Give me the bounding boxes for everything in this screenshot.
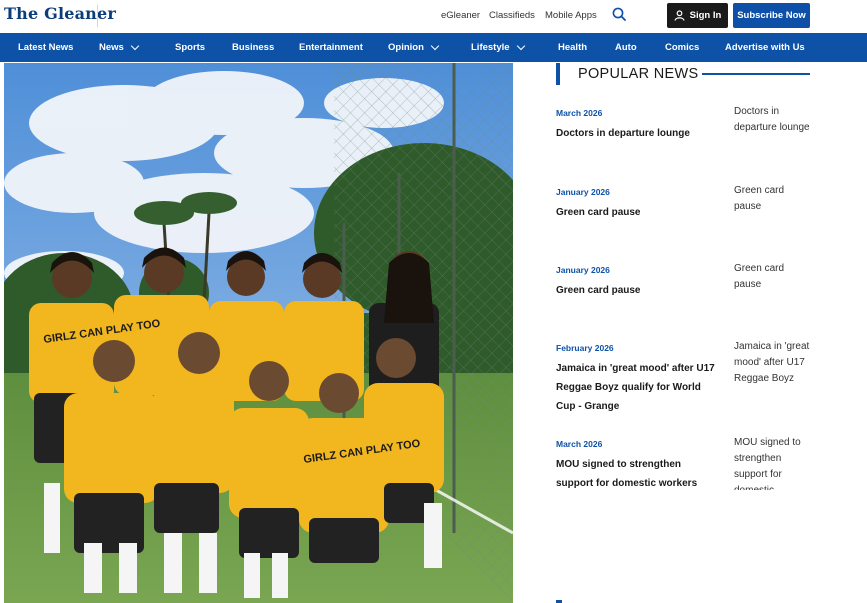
nav-advertise[interactable]: Advertise with Us	[725, 33, 805, 62]
logo-divider	[97, 5, 98, 27]
sign-in-label: Sign In	[689, 10, 722, 21]
mobile-apps-link[interactable]: Mobile Apps	[545, 10, 597, 21]
user-icon	[674, 10, 685, 21]
news-date: March 2026	[556, 439, 603, 449]
heading-rule	[702, 73, 810, 75]
news-thumbnail[interactable]: Jamaica in 'great mood' after U17 Reggae…	[734, 339, 810, 394]
sign-in-button[interactable]: Sign In	[667, 3, 728, 28]
egleaner-link[interactable]: eGleaner	[441, 10, 480, 21]
section-accent-bar	[556, 63, 560, 85]
site-logo[interactable]: The Gleaner	[4, 4, 116, 23]
team-photo-image: GIRLZ CAN PLAY TOO GIRLZ CAN PLAY TOO	[4, 63, 513, 603]
popular-news-heading: POPULAR NEWS	[578, 66, 699, 82]
nav-latest-news[interactable]: Latest News	[18, 33, 73, 62]
news-date: January 2026	[556, 187, 610, 197]
news-item[interactable]: January 2026 Green card pause Green card…	[556, 263, 810, 325]
chevron-down-icon	[130, 41, 140, 51]
nav-auto[interactable]: Auto	[615, 33, 637, 62]
news-headline[interactable]: MOU signed to strengthen support for dom…	[556, 455, 716, 493]
news-date: March 2026	[556, 108, 603, 118]
nav-opinion[interactable]: Opinion	[388, 33, 440, 62]
nav-label: Health	[558, 42, 588, 53]
nav-label: Latest News	[18, 42, 74, 53]
nav-label: Advertise with Us	[725, 42, 805, 53]
nav-comics[interactable]: Comics	[665, 33, 699, 62]
nav-entertainment[interactable]: Entertainment	[299, 33, 363, 62]
nav-health[interactable]: Health	[558, 33, 587, 62]
nav-business[interactable]: Business	[232, 33, 274, 62]
news-headline[interactable]: Jamaica in 'great mood' after U17 Reggae…	[556, 359, 716, 416]
nav-sports[interactable]: Sports	[175, 33, 205, 62]
article-photo: GIRLZ CAN PLAY TOO GIRLZ CAN PLAY TOO	[4, 63, 513, 603]
news-item[interactable]: March 2026 Doctors in departure lounge D…	[556, 106, 810, 168]
nav-label: News	[99, 42, 124, 53]
news-item[interactable]: February 2026 Jamaica in 'great mood' af…	[556, 341, 810, 423]
news-item[interactable]: January 2026 Green card pause Green card…	[556, 185, 810, 247]
news-thumbnail[interactable]: MOU signed to strengthen support for dom…	[734, 435, 810, 490]
nav-label: Business	[232, 42, 275, 53]
main-nav: Latest News News Sports Business Enterta…	[0, 33, 867, 62]
news-thumbnail[interactable]: Green card pause	[734, 183, 810, 219]
top-header: The Gleaner eGleaner Classifieds Mobile …	[0, 0, 867, 31]
nav-label: Comics	[665, 42, 700, 53]
nav-label: Auto	[615, 42, 637, 53]
news-headline[interactable]: Green card pause	[556, 203, 716, 222]
nav-lifestyle[interactable]: Lifestyle	[471, 33, 525, 62]
news-thumbnail[interactable]: Doctors in departure lounge	[734, 104, 810, 156]
nav-label: Entertainment	[299, 42, 363, 53]
nav-label: Opinion	[388, 42, 424, 53]
search-icon[interactable]	[612, 7, 626, 21]
chevron-down-icon	[516, 41, 525, 51]
news-item[interactable]: March 2026 MOU signed to strengthen supp…	[556, 437, 810, 499]
news-headline[interactable]: Doctors in departure lounge	[556, 124, 716, 143]
nav-label: Sports	[175, 42, 206, 53]
classifieds-link[interactable]: Classifieds	[489, 10, 535, 21]
news-date: January 2026	[556, 265, 610, 275]
news-date: February 2026	[556, 343, 614, 353]
news-headline[interactable]: Green card pause	[556, 281, 716, 300]
nav-label: Lifestyle	[471, 42, 510, 53]
news-thumbnail[interactable]: Green card pause	[734, 261, 810, 297]
nav-news[interactable]: News	[99, 33, 140, 62]
subscribe-button[interactable]: Subscribe Now	[733, 3, 810, 28]
chevron-down-icon	[430, 41, 440, 51]
